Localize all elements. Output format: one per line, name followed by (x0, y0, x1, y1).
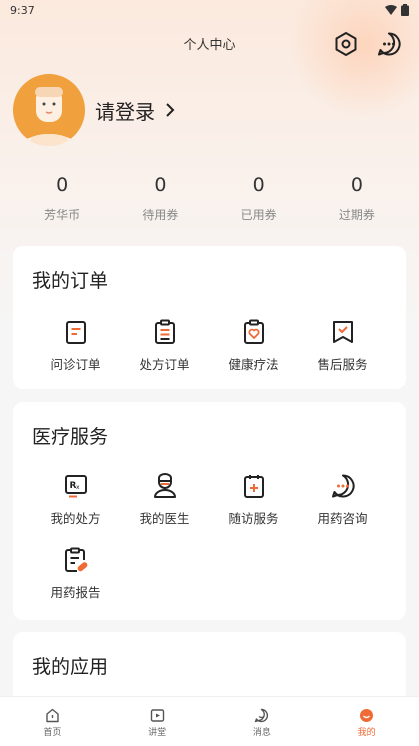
video-icon (150, 708, 164, 722)
prescription-order-icon (154, 319, 175, 344)
stat-fanghua-coins[interactable]: 0 芳华币 (13, 170, 111, 223)
medical-item-medication-consult[interactable]: 用药咨询 (298, 470, 387, 544)
battery-icon (401, 4, 409, 16)
stat-used-coupons[interactable]: 0 已用券 (210, 170, 308, 223)
chat-bubble-icon (378, 32, 401, 56)
medical-item-label: 用药咨询 (317, 511, 368, 526)
medical-item-label: 我的处方 (50, 511, 101, 526)
order-item-label: 处方订单 (139, 357, 190, 372)
chat-bubble-icon (331, 474, 355, 498)
stat-value: 0 (350, 174, 363, 196)
medication-report-icon (64, 547, 87, 572)
wifi-icon (385, 5, 397, 15)
medical-title: 医疗服务 (32, 426, 109, 448)
medical-item-follow-up[interactable]: 随访服务 (209, 470, 298, 544)
home-icon (46, 708, 59, 722)
messages-button[interactable] (373, 28, 405, 60)
stat-label: 芳华币 (44, 208, 81, 222)
tab-mine[interactable]: 我的 (314, 697, 419, 746)
medical-item-medication-report[interactable]: 用药报告 (31, 544, 120, 618)
bottom-tab-bar: 首页 讲堂 消息 我的 (0, 696, 419, 746)
stat-value: 0 (252, 174, 265, 196)
tab-messages[interactable]: 消息 (210, 697, 315, 746)
page-header: 个人中心 (0, 24, 419, 64)
tab-label: 讲堂 (148, 728, 167, 738)
message-icon (255, 708, 269, 722)
order-item-label: 问诊订单 (50, 357, 101, 372)
tab-home[interactable]: 首页 (0, 697, 105, 746)
medical-item-label: 我的医生 (139, 511, 190, 526)
svg-text:x: x (76, 484, 80, 491)
tab-label: 消息 (252, 728, 271, 738)
after-sales-icon (332, 321, 353, 343)
stat-label: 过期券 (338, 208, 375, 222)
status-time: 9:37 (10, 3, 35, 17)
login-link[interactable]: 请登录 (95, 96, 175, 125)
stat-value: 0 (154, 174, 167, 196)
stats-row: 0 芳华币 0 待用券 0 已用券 0 过期券 (13, 170, 406, 223)
stat-label: 待用券 (142, 208, 179, 222)
orders-grid: 问诊订单 处方订单 健康疗法 售后服务 (13, 316, 406, 390)
consult-order-icon (65, 321, 86, 344)
orders-card: 我的订单 问诊订单 处方订单 健康疗法 售后服务 (13, 246, 406, 389)
order-item-consult[interactable]: 问诊订单 (31, 316, 120, 390)
stat-label: 已用券 (240, 208, 277, 222)
settings-button[interactable] (330, 28, 362, 60)
stat-value: 0 (56, 174, 69, 196)
stat-expired-coupons[interactable]: 0 过期券 (308, 170, 406, 223)
rx-icon: Rx (64, 475, 87, 498)
apps-title: 我的应用 (32, 656, 109, 678)
orders-title: 我的订单 (32, 270, 109, 292)
chevron-right-icon (166, 103, 175, 117)
avatar[interactable] (13, 74, 85, 146)
default-avatar-icon (19, 87, 79, 146)
health-therapy-icon (243, 319, 264, 344)
login-label: 请登录 (95, 99, 155, 124)
tab-label: 我的 (357, 728, 376, 738)
medical-card: 医疗服务 Rx 我的处方 我的医生 随访服务 用药咨询 用药报告 (13, 402, 406, 620)
order-item-label: 售后服务 (317, 357, 368, 372)
tab-label: 首页 (43, 728, 62, 738)
order-item-label: 健康疗法 (228, 357, 279, 372)
profile-section[interactable]: 请登录 (13, 74, 175, 146)
doctor-icon (153, 473, 176, 498)
medical-grid: Rx 我的处方 我的医生 随访服务 用药咨询 用药报告 (13, 470, 406, 618)
tab-lecture[interactable]: 讲堂 (105, 697, 210, 746)
medical-item-prescription[interactable]: Rx 我的处方 (31, 470, 120, 544)
order-item-therapy[interactable]: 健康疗法 (209, 316, 298, 390)
order-item-prescription[interactable]: 处方订单 (120, 316, 209, 390)
profile-smile-icon (360, 708, 374, 722)
follow-up-icon (243, 475, 264, 498)
stat-unused-coupons[interactable]: 0 待用券 (111, 170, 209, 223)
medical-item-doctor[interactable]: 我的医生 (120, 470, 209, 544)
medical-item-label: 随访服务 (228, 511, 279, 526)
medical-item-label: 用药报告 (50, 585, 101, 600)
order-item-after-sales[interactable]: 售后服务 (298, 316, 387, 390)
settings-icon (335, 32, 357, 56)
status-icons (385, 4, 409, 16)
status-bar: 9:37 (0, 0, 419, 20)
